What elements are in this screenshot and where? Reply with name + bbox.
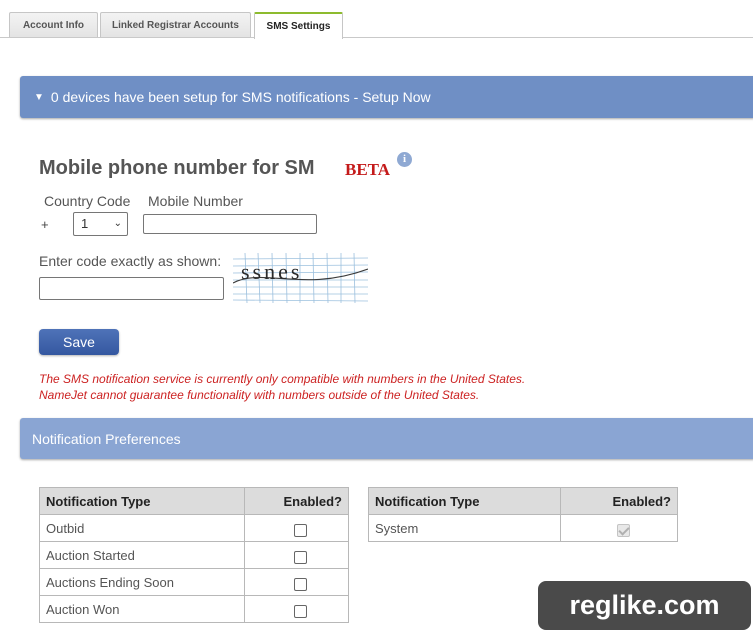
enabled-cell <box>243 568 350 596</box>
mobile-number-label: Mobile Number <box>148 193 243 209</box>
notification-table-right: Notification Type Enabled? System <box>367 487 678 542</box>
table-row: Auction Won <box>39 595 350 623</box>
tab-divider <box>0 37 753 38</box>
sms-setup-text: 0 devices have been setup for SMS notifi… <box>50 89 431 105</box>
tab-strip: Account Info Linked Registrar Accounts S… <box>0 0 753 39</box>
table-row: Outbid <box>39 514 350 542</box>
enabled-cell <box>560 514 678 542</box>
watermark: reglike.com <box>538 581 751 630</box>
column-header-notification-type: Notification Type <box>367 487 562 515</box>
info-icon[interactable]: i <box>397 152 412 167</box>
outbid-checkbox[interactable] <box>293 523 307 537</box>
tab-linked-registrar-accounts[interactable]: Linked Registrar Accounts <box>100 12 251 38</box>
plus-sign: + <box>41 217 49 232</box>
column-header-enabled: Enabled? <box>560 487 678 515</box>
notification-preferences-title: Notification Preferences <box>32 430 181 447</box>
table-row: System <box>367 514 678 542</box>
enabled-cell <box>243 595 350 623</box>
notification-type-cell: System <box>367 514 562 542</box>
sms-setup-bar[interactable]: ▼ 0 devices have been setup for SMS noti… <box>20 76 753 118</box>
auction-started-checkbox[interactable] <box>293 550 307 564</box>
notification-type-cell: Auctions Ending Soon <box>39 568 245 596</box>
captcha-label: Enter code exactly as shown: <box>39 253 222 269</box>
system-checkbox <box>616 523 630 537</box>
table-row: Auctions Ending Soon <box>39 568 350 596</box>
table-row: Auction Started <box>39 541 350 569</box>
beta-badge: BETA <box>345 160 391 179</box>
country-code-select[interactable]: 1 ⌄ <box>73 212 128 236</box>
notification-type-cell: Auction Won <box>39 595 245 623</box>
enabled-cell <box>243 514 350 542</box>
notification-preferences-bar: Notification Preferences <box>20 418 753 459</box>
caret-down-icon: ▼ <box>34 91 44 103</box>
page-title: Mobile phone number for SM <box>39 157 315 179</box>
warning-line-1: The SMS notification service is currentl… <box>39 372 526 386</box>
country-code-label: Country Code <box>44 193 131 209</box>
auction-won-checkbox[interactable] <box>293 604 307 618</box>
column-header-notification-type: Notification Type <box>39 487 245 515</box>
country-code-value: 1 <box>81 216 89 231</box>
captcha-image: ssnes <box>233 253 368 303</box>
warning-line-2: NameJet cannot guarantee functionality w… <box>39 388 480 402</box>
captcha-input[interactable] <box>39 277 224 300</box>
mobile-number-input[interactable] <box>143 214 317 234</box>
notification-type-cell: Outbid <box>39 514 245 542</box>
enabled-cell <box>243 541 350 569</box>
tab-account-info[interactable]: Account Info <box>9 12 98 38</box>
tab-sms-settings[interactable]: SMS Settings <box>254 12 343 39</box>
auctions-ending-soon-checkbox[interactable] <box>293 577 307 591</box>
notification-type-cell: Auction Started <box>39 541 245 569</box>
table-header-row: Notification Type Enabled? <box>367 487 678 515</box>
notification-table-left: Notification Type Enabled? Outbid Auctio… <box>39 487 350 623</box>
chevron-down-icon: ⌄ <box>113 218 122 229</box>
captcha-text: ssnes <box>241 259 302 284</box>
column-header-enabled: Enabled? <box>243 487 350 515</box>
save-button[interactable]: Save <box>39 329 119 355</box>
table-header-row: Notification Type Enabled? <box>39 487 350 515</box>
